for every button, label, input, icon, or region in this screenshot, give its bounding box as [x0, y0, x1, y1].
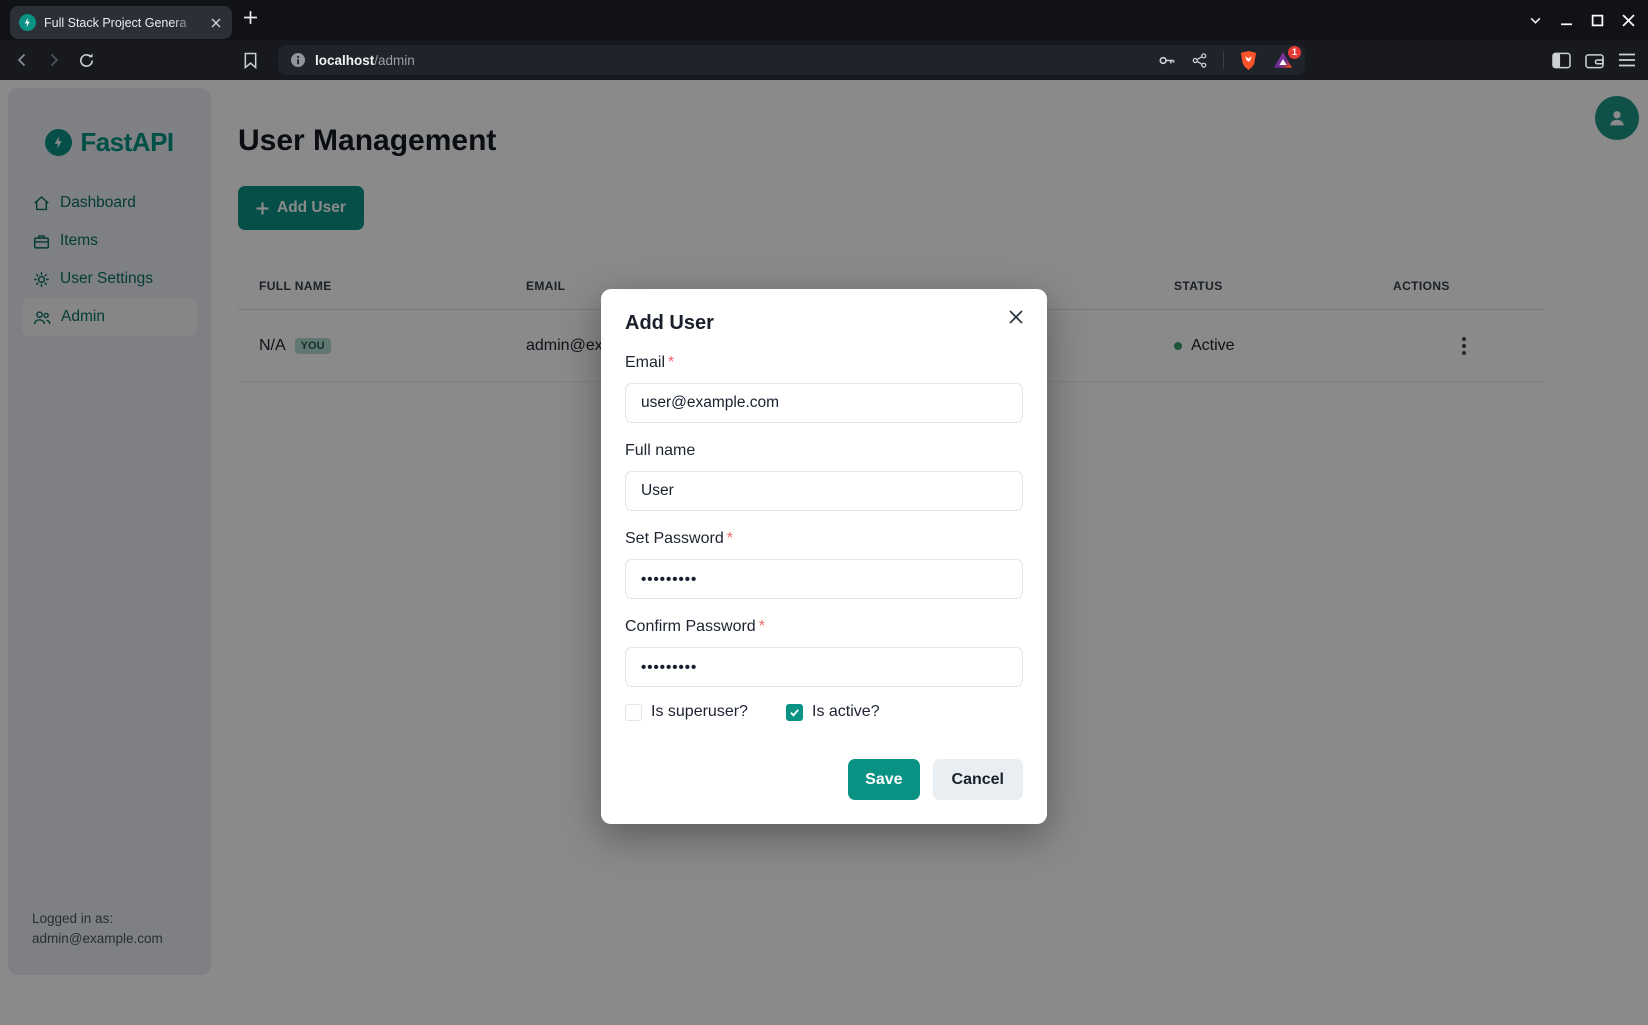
wallet-icon[interactable] [1583, 48, 1605, 72]
site-info-icon[interactable] [290, 52, 306, 68]
browser-tab[interactable]: Full Stack Project Genera [10, 6, 232, 39]
password-key-icon[interactable] [1157, 51, 1176, 70]
checkbox-unchecked-icon [625, 704, 642, 721]
modal-title: Add User [625, 312, 1023, 335]
checkbox-checked-icon [786, 704, 803, 721]
url-host: localhost [315, 53, 374, 68]
new-tab-button[interactable] [243, 10, 258, 25]
bookmark-icon[interactable] [238, 48, 262, 72]
is-superuser-checkbox[interactable]: Is superuser? [625, 703, 786, 721]
is-active-label: Is active? [812, 703, 880, 721]
rewards-badge: 1 [1288, 46, 1301, 59]
email-field[interactable] [625, 383, 1023, 423]
tab-close-icon[interactable] [209, 16, 223, 30]
forward-button[interactable] [42, 48, 66, 72]
required-marker: * [727, 530, 733, 547]
modal-actions: Save Cancel [625, 759, 1023, 800]
confirm-password-label: Confirm Password* [625, 618, 1023, 636]
required-marker: * [759, 618, 765, 635]
is-active-checkbox[interactable]: Is active? [786, 703, 880, 721]
email-label: Email* [625, 354, 1023, 372]
full-name-field[interactable] [625, 471, 1023, 511]
full-name-label: Full name [625, 442, 1023, 460]
menu-hamburger-icon[interactable] [1616, 48, 1638, 72]
window-controls [1520, 0, 1644, 40]
save-button[interactable]: Save [848, 759, 919, 800]
address-bar[interactable]: localhost/admin [278, 45, 1305, 75]
tab-search-chevron-icon[interactable] [1520, 5, 1551, 35]
tab-title-fade [172, 10, 202, 35]
brave-rewards-icon[interactable]: 1 [1273, 51, 1293, 69]
browser-toolbar: localhost/admin [0, 40, 1648, 80]
is-superuser-label: Is superuser? [651, 703, 748, 721]
tab-strip: Full Stack Project Genera [0, 0, 1648, 40]
url-path: /admin [374, 53, 415, 68]
brave-shield-icon[interactable] [1239, 50, 1258, 71]
cancel-button[interactable]: Cancel [933, 759, 1023, 800]
reload-button[interactable] [74, 48, 98, 72]
share-icon[interactable] [1191, 52, 1208, 69]
window-close-button[interactable] [1613, 5, 1644, 35]
checkbox-row: Is superuser? Is active? [625, 703, 1023, 721]
confirm-password-field[interactable] [625, 647, 1023, 687]
back-button[interactable] [10, 48, 34, 72]
sidebar-toggle-icon[interactable] [1550, 48, 1572, 72]
fastapi-favicon-icon [19, 14, 36, 31]
window-maximize-button[interactable] [1582, 5, 1613, 35]
page-viewport: FastAPI Dashboard Items User Sett [0, 80, 1648, 1025]
add-user-modal: Add User Email* Full name Set Password* … [601, 289, 1047, 824]
window-minimize-button[interactable] [1551, 5, 1582, 35]
set-password-label: Set Password* [625, 530, 1023, 548]
set-password-field[interactable] [625, 559, 1023, 599]
toolbar-divider [1223, 51, 1224, 69]
modal-close-icon[interactable] [1004, 305, 1028, 329]
required-marker: * [668, 354, 674, 371]
